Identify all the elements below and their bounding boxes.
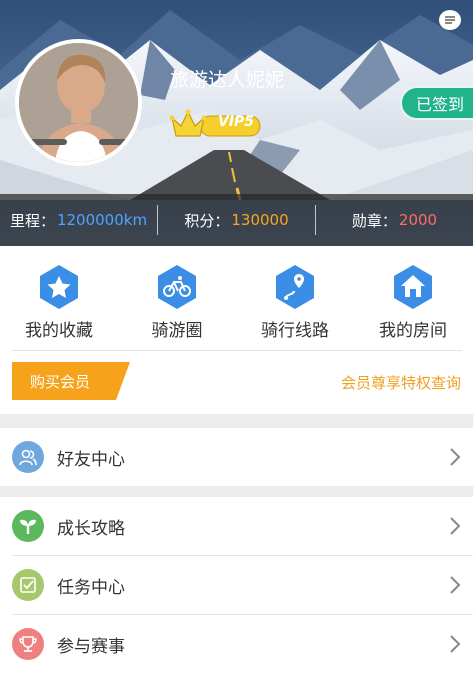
menu-lines-icon	[445, 16, 455, 24]
member-privileges-link[interactable]: 会员尊享特权查询	[341, 372, 461, 393]
stat-points-value: 130000	[231, 211, 289, 229]
profile-header: 旅游达人妮妮 VIP5 已签到 里程： 1200000km 积分： 130000…	[0, 0, 473, 246]
checkin-button[interactable]: 已签到	[400, 86, 473, 120]
trophy-icon	[12, 628, 44, 660]
stat-mileage-value: 1200000km	[56, 211, 148, 229]
nav-cycling-circle-label: 骑游圈	[151, 321, 203, 341]
friends-icon	[12, 441, 44, 473]
nav-routes[interactable]: 骑行线路	[236, 264, 354, 341]
nav-favorites[interactable]: 我的收藏	[0, 264, 118, 341]
stat-mileage: 里程： 1200000km	[0, 210, 157, 231]
chevron-right-icon	[450, 517, 461, 535]
stat-medals-label: 勋章：	[351, 211, 397, 230]
menu-row-growth-guide-label: 成长攻略	[57, 518, 125, 539]
task-check-icon	[12, 569, 44, 601]
nav-cycling-circle[interactable]: 骑游圈	[118, 264, 236, 341]
menu-row-friends[interactable]: 好友中心	[0, 428, 473, 486]
divider	[12, 350, 462, 351]
menu-row-task-center-label: 任务中心	[57, 577, 125, 598]
stat-points-label: 积分：	[184, 211, 230, 230]
menu-group-social: 好友中心	[0, 428, 473, 486]
menu-row-task-center[interactable]: 任务中心	[0, 556, 473, 614]
buy-membership-label[interactable]: 购买会员	[30, 371, 90, 392]
menu-group-activities: 成长攻略 任务中心 参与赛事	[0, 497, 473, 675]
star-icon	[40, 265, 78, 309]
chevron-right-icon	[450, 635, 461, 653]
stat-medals: 勋章： 2000	[316, 210, 473, 231]
stat-points: 积分： 130000	[158, 210, 315, 231]
stat-mileage-label: 里程：	[9, 211, 55, 230]
vip-level: VIP5	[218, 114, 255, 130]
sprout-icon	[12, 510, 44, 542]
stat-medals-value: 2000	[398, 211, 438, 229]
chevron-right-icon	[450, 576, 461, 594]
menu-row-events-label: 参与赛事	[57, 636, 125, 657]
message-button[interactable]	[439, 10, 461, 30]
route-icon	[276, 265, 314, 309]
chevron-right-icon	[450, 448, 461, 466]
menu-row-growth-guide[interactable]: 成长攻略	[0, 497, 473, 555]
menu-row-events[interactable]: 参与赛事	[0, 615, 473, 673]
home-icon	[394, 265, 432, 309]
stats-bar: 里程： 1200000km 积分： 130000 勋章： 2000	[0, 194, 473, 246]
avatar[interactable]	[15, 39, 142, 166]
nav-routes-label: 骑行线路	[261, 321, 329, 341]
nav-my-room-label: 我的房间	[379, 321, 447, 341]
quick-nav-panel: 我的收藏 骑游圈 骑行线路 我的房间 购买会员 会员尊享特权查询	[0, 246, 473, 414]
nav-favorites-label: 我的收藏	[25, 321, 93, 341]
bicycle-icon	[158, 265, 196, 309]
avatar-photo	[19, 43, 138, 162]
username: 旅游达人妮妮	[170, 69, 285, 91]
menu-row-friends-label: 好友中心	[57, 449, 125, 470]
nav-my-room[interactable]: 我的房间	[354, 264, 472, 341]
